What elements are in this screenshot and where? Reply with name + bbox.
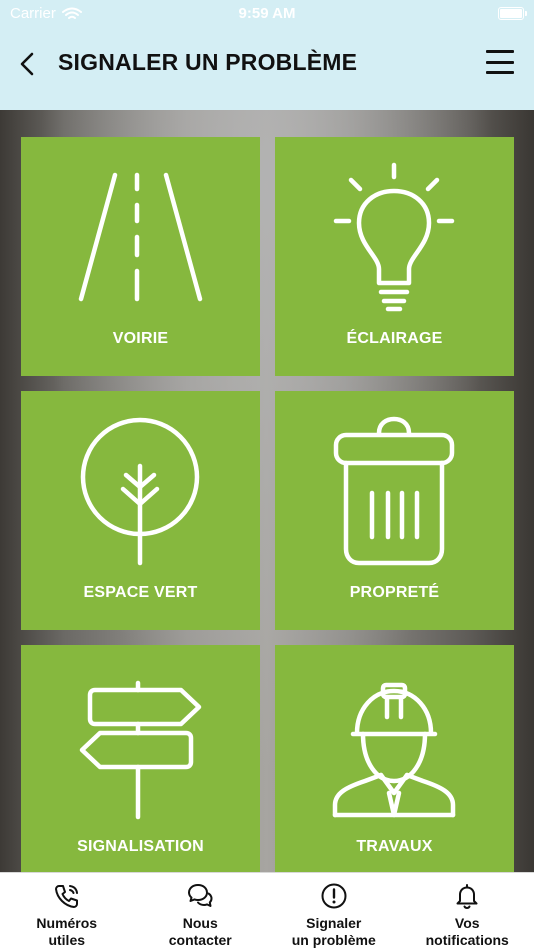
menu-line [486,50,514,53]
category-grid: VOIRIE ÉCLAIRAGE ESPACE VERT PROPRETÉ SI… [0,110,534,872]
app-header: SIGNALER UN PROBLÈME [0,28,534,110]
tab-nous-contacter[interactable]: Nous contacter [134,873,268,950]
alert-circle-icon [321,883,347,909]
status-time: 9:59 AM [238,5,296,22]
tab-vos-notifications[interactable]: Vos notifications [401,873,534,950]
battery-icon [498,7,527,20]
chat-bubbles-icon [188,884,213,907]
tile-eclairage[interactable]: ÉCLAIRAGE [275,137,514,376]
back-button[interactable] [12,48,44,80]
tile-label: ESPACE VERT [83,584,198,601]
tile-espace-vert[interactable]: ESPACE VERT [21,391,260,630]
chevron-left-icon [20,52,34,76]
tab-signaler-un-probleme[interactable]: Signaler un problème [267,873,401,950]
tile-label: VOIRIE [112,330,169,347]
tile-proprete[interactable]: PROPRETÉ [275,391,514,630]
bell-icon [456,884,478,909]
tile-label: SIGNALISATION [77,838,204,855]
hamburger-menu-button[interactable] [486,48,514,76]
tab-label: Vos notifications [425,915,509,948]
tile-signalisation[interactable]: SIGNALISATION [21,645,260,872]
menu-line [486,60,514,64]
tile-voirie[interactable]: VOIRIE [21,137,260,376]
tile-label: TRAVAUX [356,838,433,855]
tile-label: ÉCLAIRAGE [346,330,443,347]
tab-label: Nous contacter [168,915,232,948]
tab-bar: Numéros utiles Nous contacter Signaler u… [0,872,534,950]
phone-call-icon [54,885,78,908]
tab-label: Signaler un problème [291,915,376,948]
tile-travaux[interactable]: TRAVAUX [275,645,514,872]
tab-label: Numéros utiles [36,915,98,948]
menu-line [486,71,514,74]
tile-label: PROPRETÉ [349,584,440,601]
tab-numeros-utiles[interactable]: Numéros utiles [0,873,134,950]
page-title: SIGNALER UN PROBLÈME [58,49,358,75]
status-bar: Carrier 9:59 AM [0,0,534,28]
